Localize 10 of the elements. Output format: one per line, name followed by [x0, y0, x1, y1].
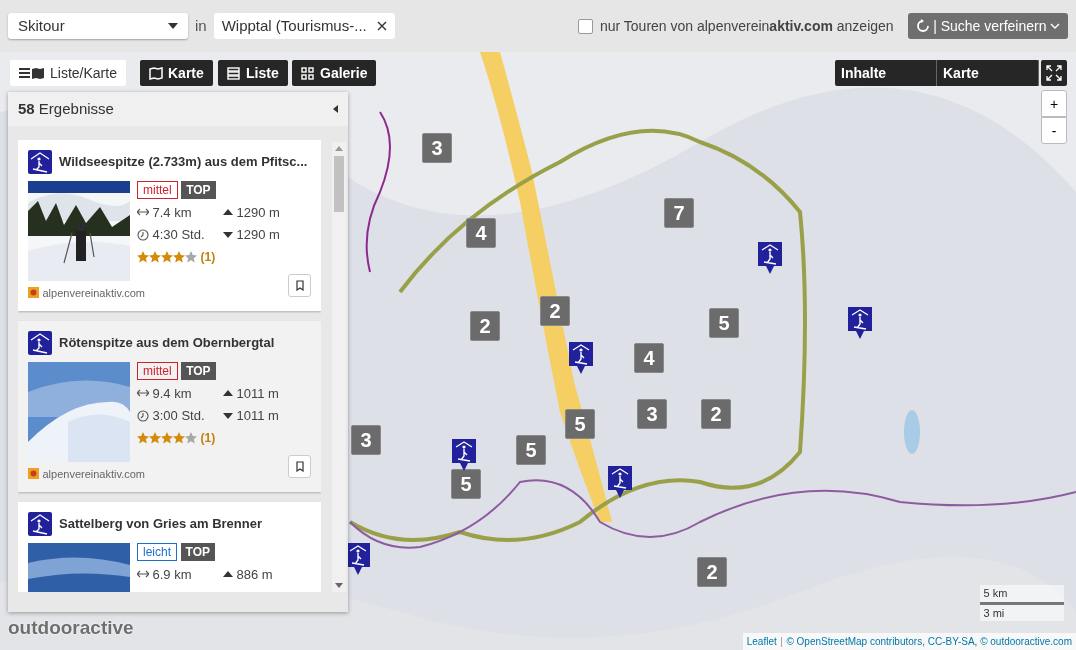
- refine-search-button[interactable]: | Suche verfeinern: [907, 13, 1068, 39]
- filter-label: nur Touren von alpenvereinaktiv.com anzeigen: [599, 16, 894, 36]
- activity-select[interactable]: Skitour: [8, 13, 188, 39]
- reload-icon: [915, 19, 930, 33]
- location-field[interactable]: Wipptal (Tourismus-...: [213, 13, 395, 39]
- chevron-icon: [1050, 23, 1060, 29]
- checkbox[interactable]: [577, 18, 593, 34]
- caret-icon: [168, 23, 178, 29]
- connector-text: in: [195, 15, 207, 36]
- close-icon: [376, 21, 387, 31]
